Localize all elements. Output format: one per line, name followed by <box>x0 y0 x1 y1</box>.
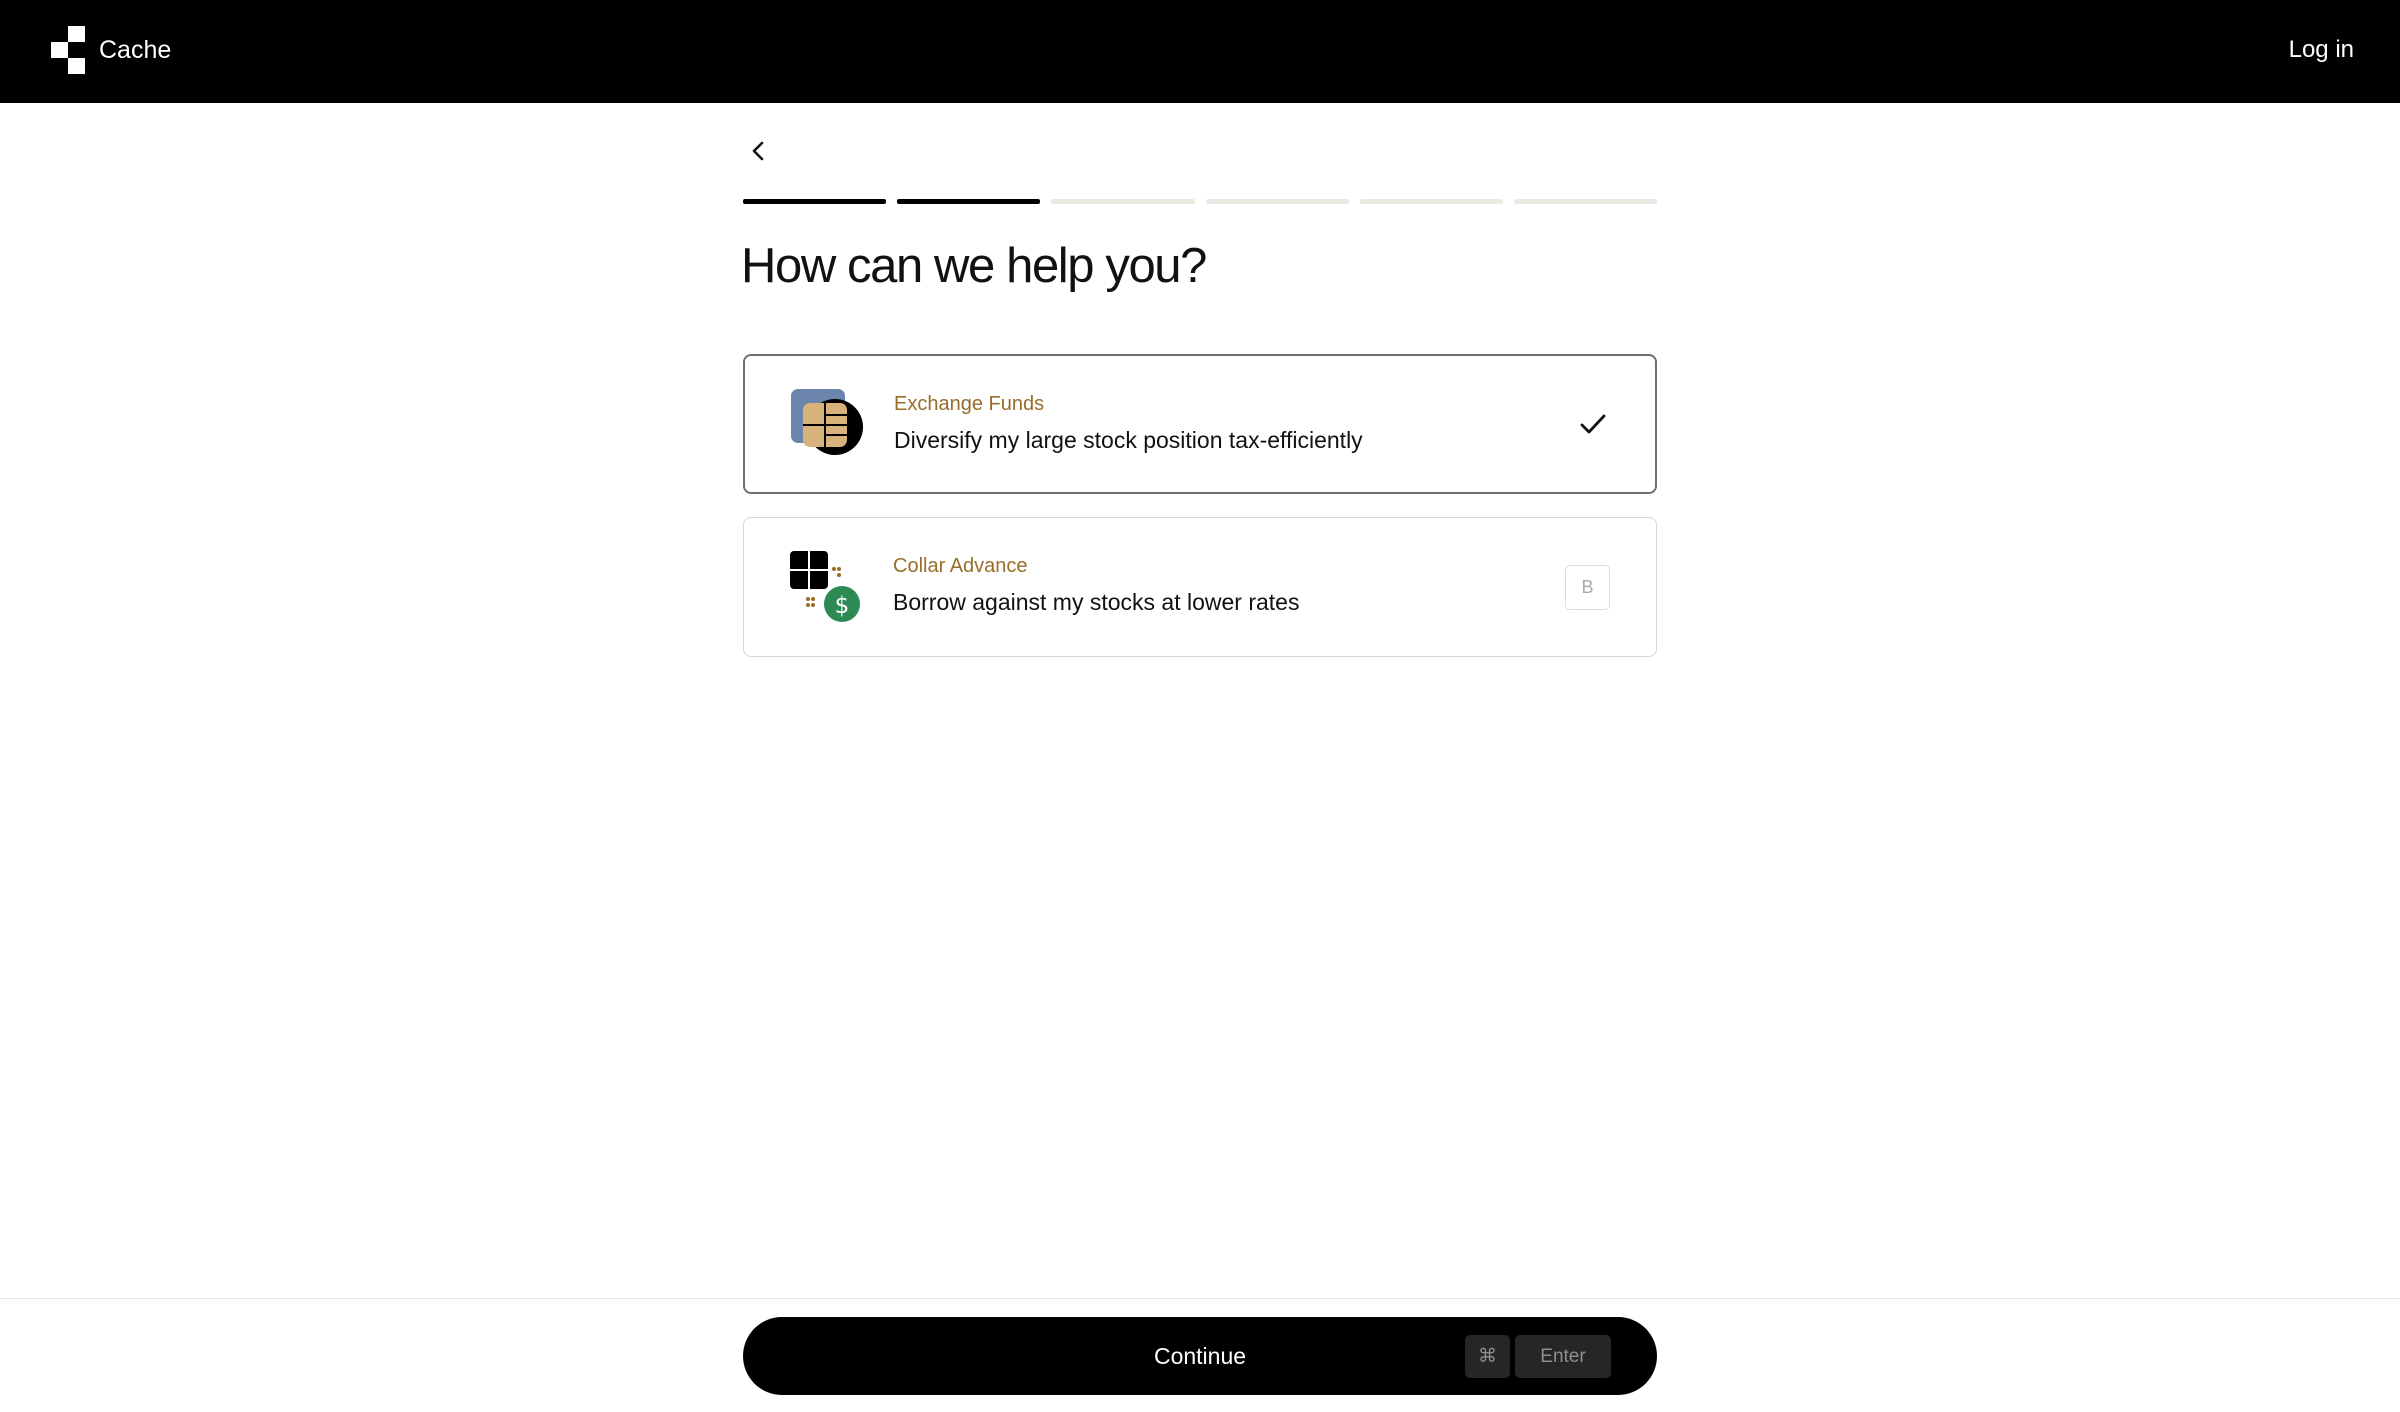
footer-divider <box>0 1298 2400 1299</box>
exchange-funds-icon <box>791 389 863 455</box>
checkmark-icon <box>1580 414 1606 434</box>
progress-step-4 <box>1205 199 1349 204</box>
progress-step-1 <box>743 199 887 204</box>
progress-step-3 <box>1051 199 1195 204</box>
chevron-left-icon <box>752 141 764 161</box>
step-progress-bar <box>743 199 1658 205</box>
option-exchange-funds[interactable]: Exchange Funds Diversify my large stock … <box>743 354 1657 494</box>
page-title: How can we help you? <box>741 239 1207 293</box>
svg-text:$: $ <box>835 593 850 619</box>
cache-logo-icon <box>51 26 85 74</box>
brand[interactable]: Cache <box>51 26 171 74</box>
continue-button[interactable]: Continue ⌘ Enter <box>743 1317 1657 1395</box>
brand-name: Cache <box>99 36 172 64</box>
progress-step-5 <box>1359 199 1503 204</box>
option-title: Exchange Funds <box>894 393 1045 415</box>
enter-key-hint: Enter <box>1515 1335 1611 1378</box>
collar-advance-icon: $ <box>790 551 860 622</box>
login-link[interactable]: Log in <box>2289 30 2354 70</box>
keyboard-shortcut-badge: B <box>1565 565 1610 610</box>
progress-step-6 <box>1513 199 1658 204</box>
option-description: Borrow against my stocks at lower rates <box>893 589 1300 615</box>
top-navigation-bar: Cache Log in <box>0 0 2400 103</box>
progress-step-2 <box>897 199 1041 204</box>
option-title: Collar Advance <box>893 555 1028 577</box>
back-button[interactable] <box>743 134 773 168</box>
command-key-hint: ⌘ <box>1465 1335 1510 1378</box>
option-description: Diversify my large stock position tax-ef… <box>894 427 1363 453</box>
option-collar-advance[interactable]: $ Collar Advance Borrow against my stock… <box>743 517 1657 657</box>
